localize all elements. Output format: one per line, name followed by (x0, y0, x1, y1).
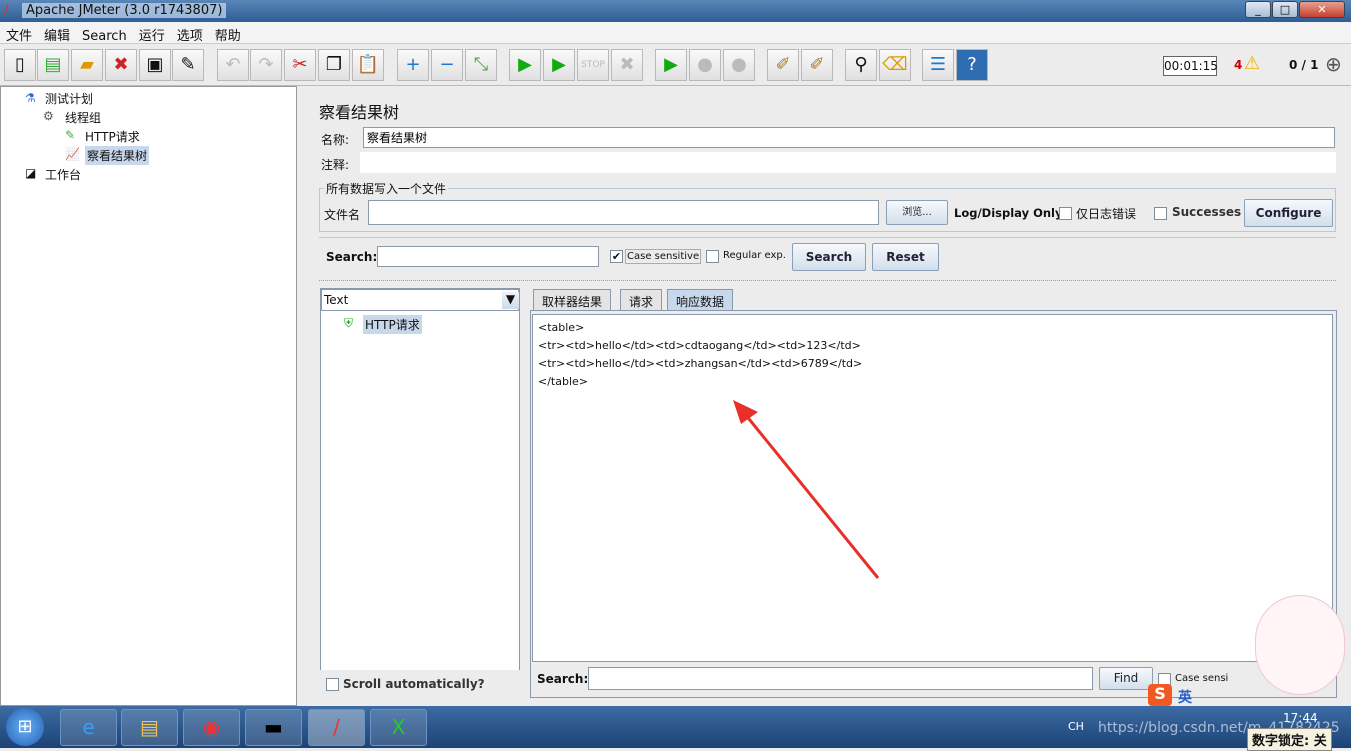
chrome-icon[interactable]: ◉ (183, 709, 240, 746)
jmeter-icon[interactable]: / (308, 709, 365, 746)
explorer-icon[interactable]: ▤ (121, 709, 178, 746)
ime-mode[interactable]: 英 (1178, 687, 1192, 707)
taskbar: ⊞ e ▤ ◉ ▬ / X CH https://blog.csdn.net/m… (0, 706, 1351, 751)
start-icon[interactable]: ⊞ (6, 708, 44, 746)
annotation-arrow (733, 400, 880, 579)
sogou-ime-icon[interactable]: S (1148, 684, 1172, 706)
arrow-shaft (743, 413, 880, 579)
language-indicator[interactable]: CH (1068, 720, 1084, 733)
cmd-icon[interactable]: ▬ (245, 709, 302, 746)
clock[interactable]: 17:44 (1283, 711, 1318, 725)
arrow-head (733, 400, 758, 424)
cartoon-sticker (1255, 595, 1345, 695)
xmanager-icon[interactable]: X (370, 709, 427, 746)
ie-icon[interactable]: e (60, 709, 117, 746)
